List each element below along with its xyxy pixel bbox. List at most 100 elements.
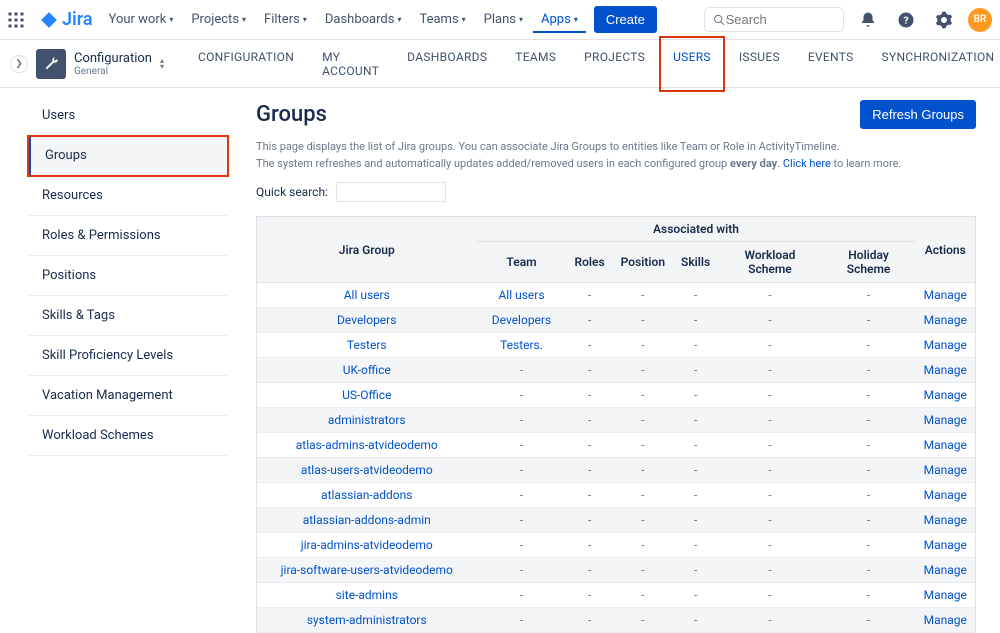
manage-link[interactable]: Manage [924,413,967,427]
group-link[interactable]: Developers [337,313,396,327]
global-search[interactable] [704,7,844,32]
sidebar-item-resources[interactable]: Resources [28,176,228,216]
manage-link[interactable]: Manage [924,338,967,352]
table-row: atlassian-addons------Manage [257,483,976,508]
manage-link[interactable]: Manage [924,438,967,452]
th-roles: Roles [567,242,613,283]
manage-link[interactable]: Manage [924,513,967,527]
subtab-teams[interactable]: TEAMS [501,36,570,92]
subtab-events[interactable]: EVENTS [794,36,868,92]
manage-link[interactable]: Manage [924,313,967,327]
topnav-right: ? BR [704,6,992,34]
sidebar-item-vacation-management[interactable]: Vacation Management [28,376,228,416]
group-link[interactable]: US-Office [342,388,391,402]
table-row: TestersTesters.-----Manage [257,333,976,358]
group-link[interactable]: jira-admins-atvideodemo [301,538,433,552]
sidebar-item-workload-schemes[interactable]: Workload Schemes [28,416,228,456]
table-row: All usersAll users-----Manage [257,283,976,308]
group-link[interactable]: atlassian-addons [321,488,412,502]
create-button[interactable]: Create [594,6,657,33]
group-link[interactable]: atlassian-addons-admin [303,513,431,527]
help-icon[interactable]: ? [892,6,920,34]
manage-link[interactable]: Manage [924,538,967,552]
jira-logo[interactable]: Jira [32,9,101,30]
manage-link[interactable]: Manage [924,613,967,627]
table-row: atlas-admins-atvideodemo------Manage [257,433,976,458]
content: Groups Refresh Groups This page displays… [228,88,1000,633]
svg-text:?: ? [903,13,908,26]
sidebar-expand-icon[interactable]: ❯ [10,55,28,73]
avatar[interactable]: BR [968,8,992,32]
quick-search-label: Quick search: [256,185,328,199]
th-holiday: Holiday Scheme [822,242,916,283]
topnav-item-teams[interactable]: Teams▾ [411,6,473,33]
manage-link[interactable]: Manage [924,488,967,502]
config-subtitle: General [74,66,152,77]
groups-tbody: All usersAll users-----ManageDevelopersD… [257,283,976,633]
sidebar-item-users[interactable]: Users [28,96,228,136]
table-row: jira-software-users-atvideodemo------Man… [257,558,976,583]
team-link[interactable]: All users [498,288,544,302]
group-link[interactable]: administrators [328,413,406,427]
table-row: DevelopersDevelopers-----Manage [257,308,976,333]
topnav-item-plans[interactable]: Plans▾ [476,6,531,33]
sidebar-item-groups[interactable]: Groups [28,136,228,176]
sidebar-item-skills-tags[interactable]: Skills & Tags [28,296,228,336]
group-link[interactable]: atlas-users-atvideodemo [301,463,433,477]
subtab-my-account[interactable]: MY ACCOUNT [308,36,393,92]
manage-link[interactable]: Manage [924,363,967,377]
topnav-item-projects[interactable]: Projects▾ [183,6,254,33]
table-row: administrators------Manage [257,408,976,433]
main: UsersGroupsResourcesRoles & PermissionsP… [0,88,1000,633]
sidebar: UsersGroupsResourcesRoles & PermissionsP… [28,88,228,633]
sidebar-item-skill-proficiency-levels[interactable]: Skill Proficiency Levels [28,336,228,376]
manage-link[interactable]: Manage [924,463,967,477]
topnav-item-apps[interactable]: Apps▾ [533,6,586,33]
group-link[interactable]: system-administrators [307,613,427,627]
manage-link[interactable]: Manage [924,388,967,402]
config-badge[interactable]: Configuration General ▴▾ [36,49,164,79]
group-link[interactable]: UK-office [343,363,391,377]
table-row: atlas-users-atvideodemo------Manage [257,458,976,483]
settings-icon[interactable] [930,6,958,34]
quick-search: Quick search: [256,182,976,202]
subtab-issues[interactable]: ISSUES [725,36,794,92]
manage-link[interactable]: Manage [924,288,967,302]
topnav-item-your-work[interactable]: Your work▾ [101,6,182,33]
group-link[interactable]: atlas-admins-atvideodemo [296,438,438,452]
notifications-icon[interactable] [854,6,882,34]
subtab-dashboards[interactable]: DASHBOARDS [393,36,501,92]
group-link[interactable]: All users [344,288,390,302]
table-row: US-Office------Manage [257,383,976,408]
wrench-icon [36,49,66,79]
page-title: Groups [256,102,327,127]
groups-table: Jira Group Associated with Actions Team … [256,216,976,633]
refresh-groups-button[interactable]: Refresh Groups [860,100,976,129]
th-actions: Actions [916,217,976,283]
topnav-items: Your work▾Projects▾Filters▾Dashboards▾Te… [101,6,586,33]
subtab-synchronization[interactable]: SYNCHRONIZATION [868,36,1000,92]
subnav-tabs: CONFIGURATIONMY ACCOUNTDASHBOARDSTEAMSPR… [184,36,1000,92]
group-link[interactable]: site-admins [336,588,398,602]
search-input[interactable] [726,12,835,27]
manage-link[interactable]: Manage [924,588,967,602]
page-header: Groups Refresh Groups [256,100,976,129]
subtab-configuration[interactable]: CONFIGURATION [184,36,308,92]
sidebar-item-roles-permissions[interactable]: Roles & Permissions [28,216,228,256]
topnav-item-dashboards[interactable]: Dashboards▾ [317,6,410,33]
learn-more-link[interactable]: Click here [783,157,831,170]
manage-link[interactable]: Manage [924,563,967,577]
sidebar-item-positions[interactable]: Positions [28,256,228,296]
team-link[interactable]: Developers [492,313,551,327]
subtab-projects[interactable]: PROJECTS [570,36,659,92]
table-row: atlassian-addons-admin------Manage [257,508,976,533]
quick-search-input[interactable] [336,182,446,202]
app-switcher-icon[interactable] [0,4,32,36]
topnav-item-filters[interactable]: Filters▾ [256,6,315,33]
group-link[interactable]: jira-software-users-atvideodemo [281,563,453,577]
group-link[interactable]: Testers [347,338,387,352]
search-icon [713,13,726,27]
sub-navigation: ❯ Configuration General ▴▾ CONFIGURATION… [0,40,1000,88]
team-link[interactable]: Testers. [500,338,543,352]
subtab-users[interactable]: USERS [659,36,725,92]
